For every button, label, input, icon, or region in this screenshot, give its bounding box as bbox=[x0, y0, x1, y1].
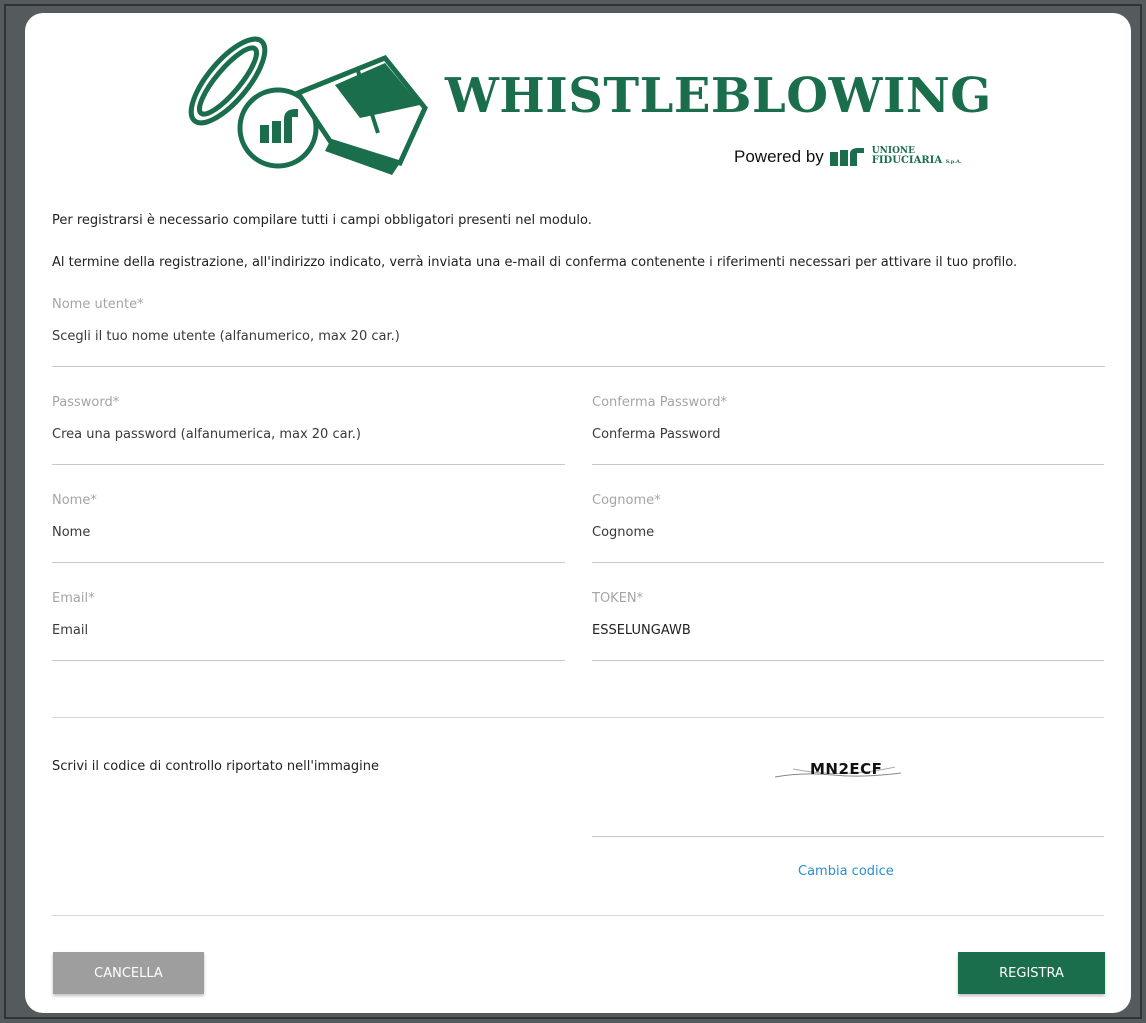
header: WHISTLEBLOWING Powered by UNIONE FIDUCIA… bbox=[25, 13, 1131, 193]
token-input[interactable]: ESSELUNGAWB bbox=[592, 623, 691, 638]
first-name-label: Nome* bbox=[52, 493, 97, 508]
password-label: Password* bbox=[52, 395, 120, 410]
email-input[interactable]: Email bbox=[52, 623, 88, 638]
username-field[interactable]: Nome utente* Scegli il tuo nome utente (… bbox=[52, 297, 1105, 367]
password-field[interactable]: Password* Crea una password (alfanumeric… bbox=[52, 395, 565, 465]
first-name-underline bbox=[52, 562, 565, 563]
last-name-underline bbox=[592, 562, 1104, 563]
confirm-password-underline bbox=[592, 464, 1104, 465]
token-label: TOKEN* bbox=[592, 591, 644, 606]
password-underline bbox=[52, 464, 565, 465]
partner-name: UNIONE FIDUCIARIA S.p.A. bbox=[872, 147, 962, 167]
divider-top bbox=[52, 717, 1104, 718]
password-input[interactable]: Crea una password (alfanumerica, max 20 … bbox=[52, 427, 361, 442]
token-field[interactable]: TOKEN* ESSELUNGAWB bbox=[592, 591, 1104, 661]
last-name-label: Cognome* bbox=[592, 493, 661, 508]
change-code-link[interactable]: Cambia codice bbox=[798, 864, 894, 879]
last-name-field[interactable]: Cognome* Cognome bbox=[592, 493, 1104, 563]
captcha-label: Scrivi il codice di controllo riportato … bbox=[52, 759, 379, 774]
unione-fiduciaria-logo-icon bbox=[829, 148, 864, 166]
captcha-code: MN2ECF bbox=[810, 760, 883, 778]
partner-name-line2: FIDUCIARIA bbox=[871, 155, 943, 166]
email-underline bbox=[52, 660, 565, 661]
brand-title: WHISTLEBLOWING bbox=[445, 68, 992, 124]
divider-bottom bbox=[52, 915, 1104, 916]
username-input[interactable]: Scegli il tuo nome utente (alfanumerico,… bbox=[52, 329, 400, 344]
powered-by: Powered by UNIONE FIDUCIARIA S.p.A. bbox=[734, 146, 962, 168]
powered-by-label: Powered by bbox=[734, 147, 824, 166]
register-button[interactable]: REGISTRA bbox=[958, 952, 1105, 994]
username-label: Nome utente* bbox=[52, 297, 144, 312]
partner-suffix: S.p.A. bbox=[945, 159, 962, 165]
captcha-input[interactable] bbox=[592, 836, 1104, 837]
token-underline bbox=[592, 660, 1104, 661]
whistle-logo-icon bbox=[188, 36, 428, 175]
cancel-button[interactable]: CANCELLA bbox=[53, 952, 204, 994]
confirm-password-field[interactable]: Conferma Password* Conferma Password bbox=[592, 395, 1104, 465]
intro-text-required: Per registrarsi è necessario compilare t… bbox=[52, 213, 592, 228]
registration-card: WHISTLEBLOWING Powered by UNIONE FIDUCIA… bbox=[25, 13, 1131, 1013]
first-name-input[interactable]: Nome bbox=[52, 525, 90, 540]
confirm-password-label: Conferma Password* bbox=[592, 395, 727, 410]
intro-text-confirmation: Al termine della registrazione, all'indi… bbox=[52, 255, 1018, 270]
confirm-password-input[interactable]: Conferma Password bbox=[592, 427, 720, 442]
username-underline bbox=[52, 366, 1105, 367]
last-name-input[interactable]: Cognome bbox=[592, 525, 654, 540]
email-label: Email* bbox=[52, 591, 95, 606]
email-field[interactable]: Email* Email bbox=[52, 591, 565, 661]
first-name-field[interactable]: Nome* Nome bbox=[52, 493, 565, 563]
